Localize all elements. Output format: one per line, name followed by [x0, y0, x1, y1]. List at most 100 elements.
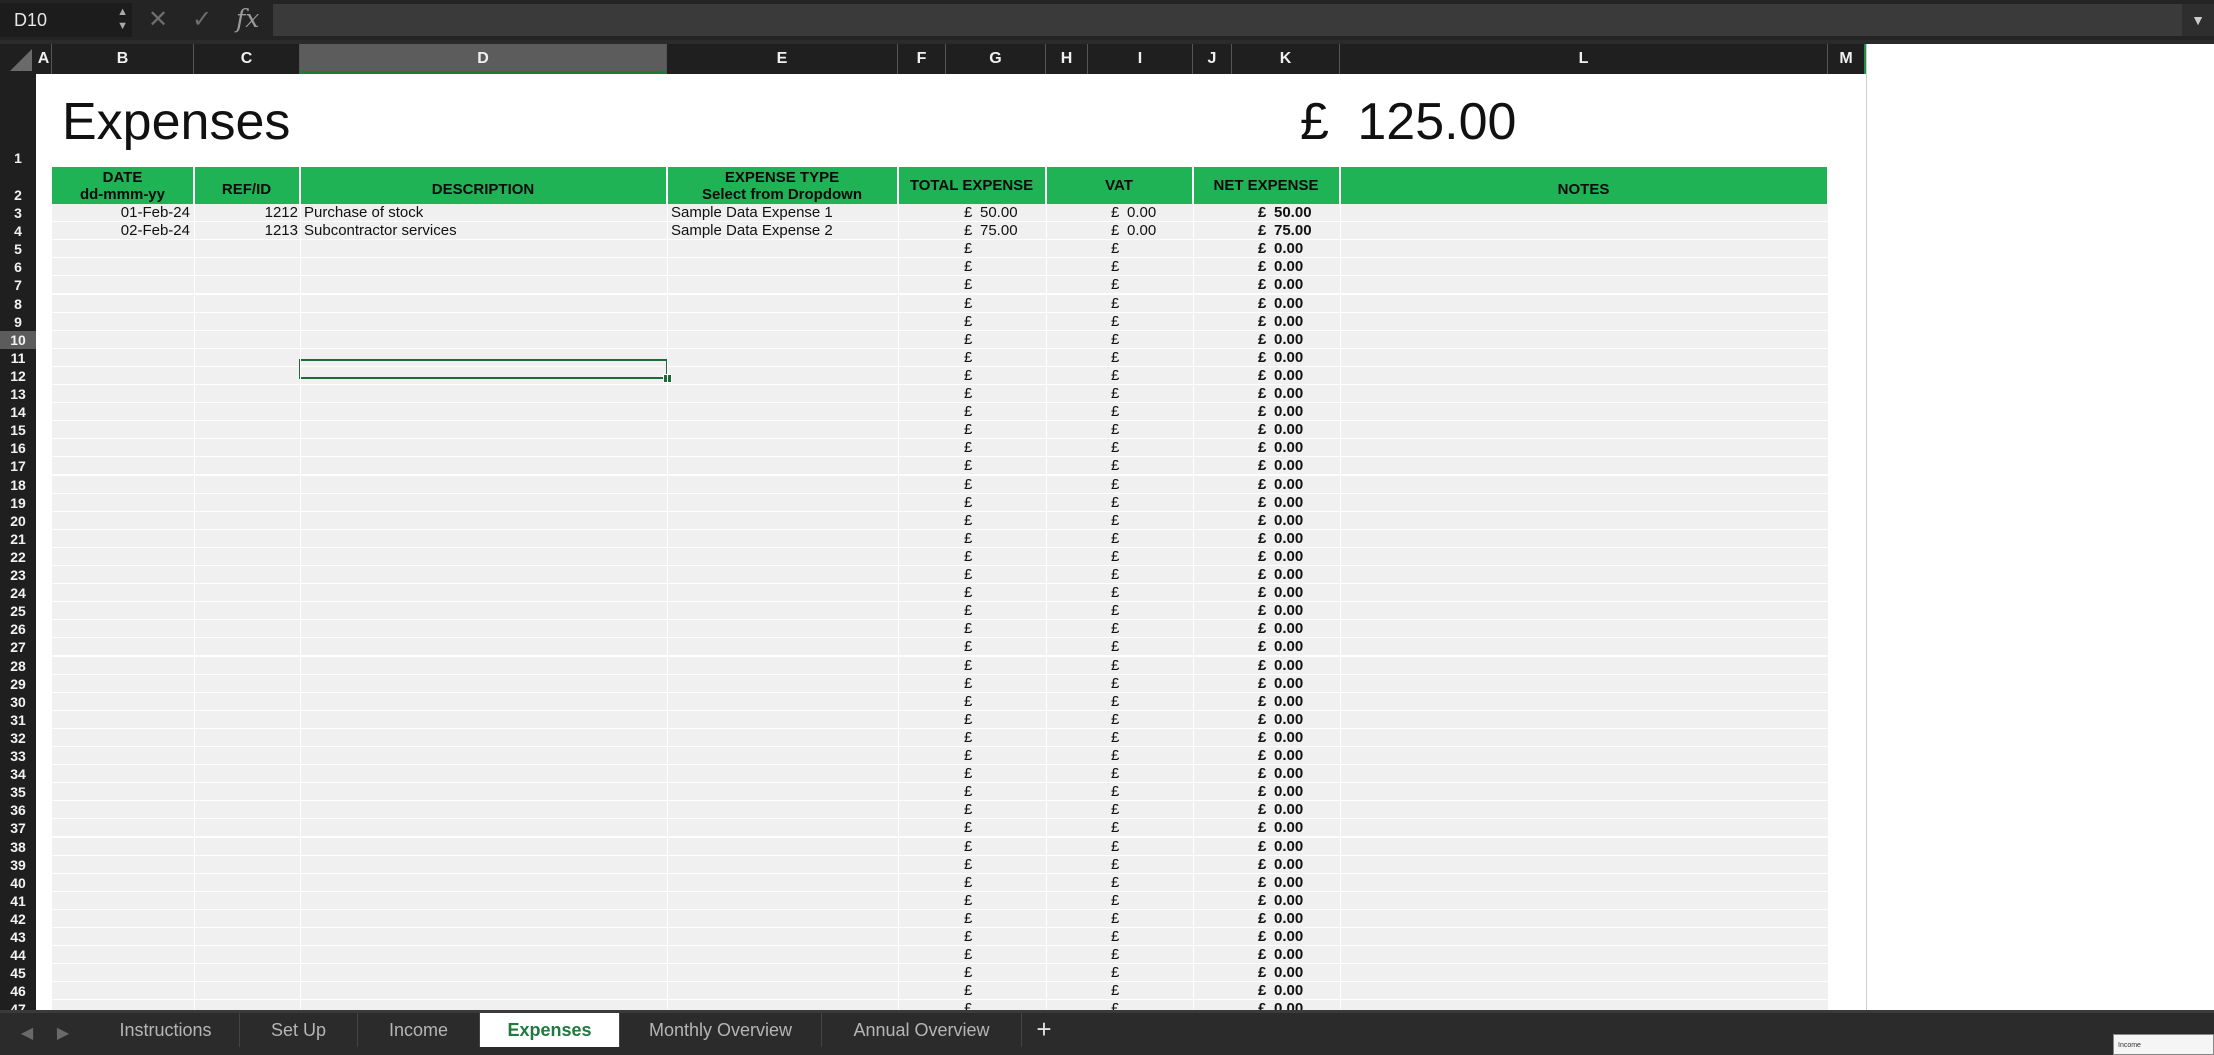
tab-annual-overview[interactable]: Annual Overview: [822, 1013, 1022, 1047]
table-row[interactable]: £ £ £0.00: [52, 728, 1828, 747]
row-header-33[interactable]: 33: [0, 747, 36, 765]
row-header-40[interactable]: 40: [0, 874, 36, 892]
row-header-6[interactable]: 6: [0, 258, 36, 276]
header-total-expense[interactable]: TOTAL EXPENSE: [898, 167, 1046, 204]
check-icon[interactable]: ✓: [192, 4, 212, 36]
row-header-18[interactable]: 18: [0, 476, 36, 494]
row-header-43[interactable]: 43: [0, 928, 36, 946]
select-all-button[interactable]: [0, 44, 36, 74]
table-row[interactable]: £ £ £0.00: [52, 385, 1828, 403]
row-header-5[interactable]: 5: [0, 240, 36, 258]
row-header-45[interactable]: 45: [0, 964, 36, 982]
row-header-39[interactable]: 39: [0, 856, 36, 874]
table-row[interactable]: £ £ £0.00: [52, 765, 1828, 784]
row-header-19[interactable]: 19: [0, 494, 36, 512]
column-header-b[interactable]: B: [52, 44, 194, 74]
table-row[interactable]: £ £ £0.00: [52, 747, 1828, 765]
row-header-27[interactable]: 27: [0, 638, 36, 656]
table-row[interactable]: 01-Feb-24 1212 Purchase of stock Sample Dat…: [52, 204, 1828, 222]
table-row[interactable]: £ £ £0.00: [52, 1000, 1828, 1010]
table-row[interactable]: £ £ £0.00: [52, 439, 1828, 458]
column-header-l[interactable]: L: [1340, 44, 1828, 74]
header-description[interactable]: DESCRIPTION: [300, 167, 667, 204]
table-row[interactable]: £ £ £0.00: [52, 946, 1828, 965]
row-header-14[interactable]: 14: [0, 403, 36, 421]
row-header-28[interactable]: 28: [0, 657, 36, 675]
header-date[interactable]: DATE dd-mmm-yy: [52, 167, 194, 204]
table-row[interactable]: £ £ £0.00: [52, 547, 1828, 566]
header-vat[interactable]: VAT: [1046, 167, 1193, 204]
table-row[interactable]: £ £ £0.00: [52, 457, 1828, 476]
table-row[interactable]: £ £ £0.00: [52, 312, 1828, 331]
tab-expenses[interactable]: Expenses: [480, 1013, 620, 1047]
header-notes[interactable]: NOTES: [1340, 167, 1828, 204]
row-header-30[interactable]: 30: [0, 693, 36, 711]
table-row[interactable]: £ £ £0.00: [52, 855, 1828, 874]
table-row[interactable]: £ £ £0.00: [52, 909, 1828, 928]
name-box-stepper[interactable]: ▲ ▼: [117, 5, 128, 33]
row-header-47[interactable]: 47: [0, 1000, 36, 1010]
table-row[interactable]: £ £ £0.00: [52, 475, 1828, 494]
tab-instructions[interactable]: Instructions: [92, 1013, 240, 1047]
table-row[interactable]: £ £ £0.00: [52, 421, 1828, 440]
row-header-20[interactable]: 20: [0, 512, 36, 530]
column-header-g[interactable]: G: [946, 44, 1046, 74]
column-header-a[interactable]: A: [36, 44, 52, 74]
row-header-15[interactable]: 15: [0, 421, 36, 439]
column-header-j[interactable]: J: [1193, 44, 1232, 74]
prev-sheet-icon[interactable]: ◀: [10, 1013, 44, 1055]
chevron-down-icon[interactable]: ▼: [2182, 4, 2214, 36]
row-header-12[interactable]: 12: [0, 367, 36, 385]
row-header-31[interactable]: 31: [0, 711, 36, 729]
row-header-44[interactable]: 44: [0, 946, 36, 964]
column-header-i[interactable]: I: [1088, 44, 1193, 74]
table-row[interactable]: £ £ £0.00: [52, 566, 1828, 584]
row-header-32[interactable]: 32: [0, 729, 36, 747]
row-header-26[interactable]: 26: [0, 620, 36, 638]
table-row[interactable]: £ £ £0.00: [52, 982, 1828, 1001]
row-header-1[interactable]: 1: [0, 74, 36, 167]
table-row[interactable]: £ £ £0.00: [52, 529, 1828, 548]
table-row[interactable]: £ £ £0.00: [52, 692, 1828, 711]
column-header-m[interactable]: M: [1828, 44, 1867, 74]
table-row[interactable]: £ £ £0.00: [52, 240, 1828, 259]
table-row[interactable]: £ £ £0.00: [52, 294, 1828, 313]
row-header-13[interactable]: 13: [0, 385, 36, 403]
column-header-k[interactable]: K: [1232, 44, 1340, 74]
table-row[interactable]: £ £ £0.00: [52, 493, 1828, 512]
tab-monthly-overview[interactable]: Monthly Overview: [620, 1013, 822, 1047]
table-row[interactable]: £ £ £0.00: [52, 819, 1828, 838]
row-header-4[interactable]: 4: [0, 222, 36, 240]
table-row[interactable]: £ £ £0.00: [52, 873, 1828, 892]
row-header-7[interactable]: 7: [0, 276, 36, 294]
formula-input[interactable]: [273, 4, 2182, 36]
tab-set-up[interactable]: Set Up: [240, 1013, 358, 1047]
table-row[interactable]: 02-Feb-24 1213 Subcontractor services Sampl…: [52, 222, 1828, 241]
table-row[interactable]: £ £ £0.00: [52, 964, 1828, 983]
table-row[interactable]: £ £ £0.00: [52, 674, 1828, 693]
table-row[interactable]: £ £ £0.00: [52, 403, 1828, 422]
row-header-16[interactable]: 16: [0, 439, 36, 457]
table-row[interactable]: £ £ £0.00: [52, 620, 1828, 639]
row-header-2[interactable]: 2: [0, 167, 36, 204]
row-header-46[interactable]: 46: [0, 982, 36, 1000]
header-ref[interactable]: REF/ID: [194, 167, 300, 204]
table-row[interactable]: £ £ £0.00: [52, 928, 1828, 946]
column-header-d[interactable]: D: [300, 44, 667, 74]
header-net-expense[interactable]: NET EXPENSE: [1193, 167, 1340, 204]
row-header-24[interactable]: 24: [0, 584, 36, 602]
row-header-8[interactable]: 8: [0, 295, 36, 313]
function-icon[interactable]: fx: [236, 2, 259, 36]
column-header-e[interactable]: E: [667, 44, 898, 74]
column-header-f[interactable]: F: [898, 44, 946, 74]
row-header-23[interactable]: 23: [0, 566, 36, 584]
table-row[interactable]: £ £ £0.00: [52, 638, 1828, 657]
table-row[interactable]: £ £ £0.00: [52, 602, 1828, 621]
close-icon[interactable]: ✕: [148, 4, 168, 36]
table-row[interactable]: £ £ £0.00: [52, 837, 1828, 856]
row-header-11[interactable]: 11: [0, 349, 36, 367]
row-header-35[interactable]: 35: [0, 783, 36, 801]
next-sheet-icon[interactable]: ▶: [46, 1013, 80, 1055]
name-box[interactable]: D10 ▲ ▼: [0, 3, 132, 37]
table-row[interactable]: £ £ £0.00: [52, 801, 1828, 820]
